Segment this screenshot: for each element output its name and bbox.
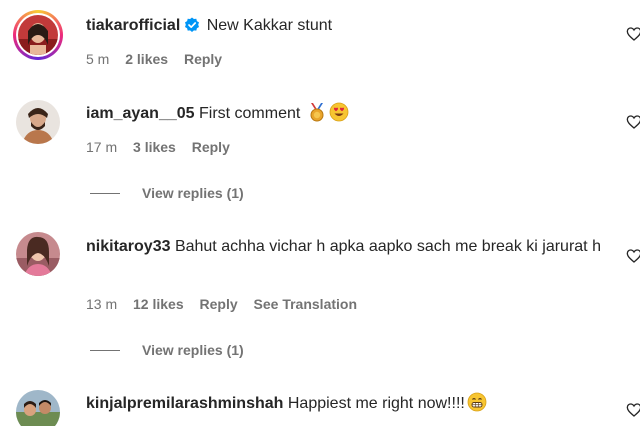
- comments-list: tiakarofficial New Kakkar stunt 5 m 2 li…: [0, 0, 640, 426]
- comment-text: nikitaroy33 Bahut achha vichar h apka aa…: [86, 235, 606, 259]
- heart-outline-icon[interactable]: [626, 114, 640, 130]
- comment-meta: 17 m 3 likes Reply: [86, 138, 242, 156]
- comment-body: Bahut achha vichar h apka aapko sach me …: [174, 238, 601, 255]
- see-translation-button[interactable]: See Translation: [254, 296, 357, 312]
- heart-outline-icon[interactable]: [626, 26, 640, 42]
- reply-button[interactable]: Reply: [192, 139, 230, 155]
- view-replies-label: View replies (1): [142, 342, 244, 358]
- comment-text: tiakarofficial New Kakkar stunt: [86, 14, 606, 41]
- divider-line: [90, 350, 120, 351]
- reply-button[interactable]: Reply: [184, 51, 222, 67]
- comment-username[interactable]: iam_ayan__05: [86, 105, 195, 122]
- likes-count[interactable]: 3 likes: [133, 139, 176, 155]
- comment-username[interactable]: kinjalpremilarashminshah: [86, 395, 283, 412]
- comment-username[interactable]: nikitaroy33: [86, 238, 170, 255]
- comment-meta: 5 m 2 likes Reply: [86, 50, 234, 68]
- comment-text: kinjalpremilarashminshah Happiest me rig…: [86, 392, 606, 420]
- heart-outline-icon[interactable]: [626, 402, 640, 418]
- avatar[interactable]: [13, 10, 63, 60]
- view-replies-button[interactable]: View replies (1): [90, 341, 244, 359]
- comment-body: New Kakkar stunt: [206, 17, 333, 34]
- verified-badge-icon: [184, 17, 200, 41]
- comment-time: 13 m: [86, 296, 118, 312]
- medal-emoji: [307, 102, 327, 130]
- avatar[interactable]: [16, 390, 60, 426]
- heart-outline-icon[interactable]: [626, 248, 640, 264]
- comment-time: 5 m: [86, 51, 110, 67]
- comment-text: iam_ayan__05 First comment: [86, 102, 606, 130]
- grin-emoji: [467, 392, 487, 420]
- comment-time: 17 m: [86, 139, 118, 155]
- comment-username[interactable]: tiakarofficial: [86, 17, 180, 34]
- divider-line: [90, 193, 120, 194]
- comment-body: First comment: [198, 105, 301, 122]
- heart-eyes-emoji: [329, 102, 349, 130]
- comment-body: Happiest me right now!!!!: [287, 395, 465, 412]
- comment-meta: 13 m 12 likes Reply See Translation: [86, 295, 369, 313]
- likes-count[interactable]: 2 likes: [125, 51, 168, 67]
- likes-count[interactable]: 12 likes: [133, 296, 184, 312]
- avatar[interactable]: [16, 232, 60, 276]
- view-replies-label: View replies (1): [142, 185, 244, 201]
- view-replies-button[interactable]: View replies (1): [90, 184, 244, 202]
- reply-button[interactable]: Reply: [200, 296, 238, 312]
- avatar[interactable]: [16, 100, 60, 144]
